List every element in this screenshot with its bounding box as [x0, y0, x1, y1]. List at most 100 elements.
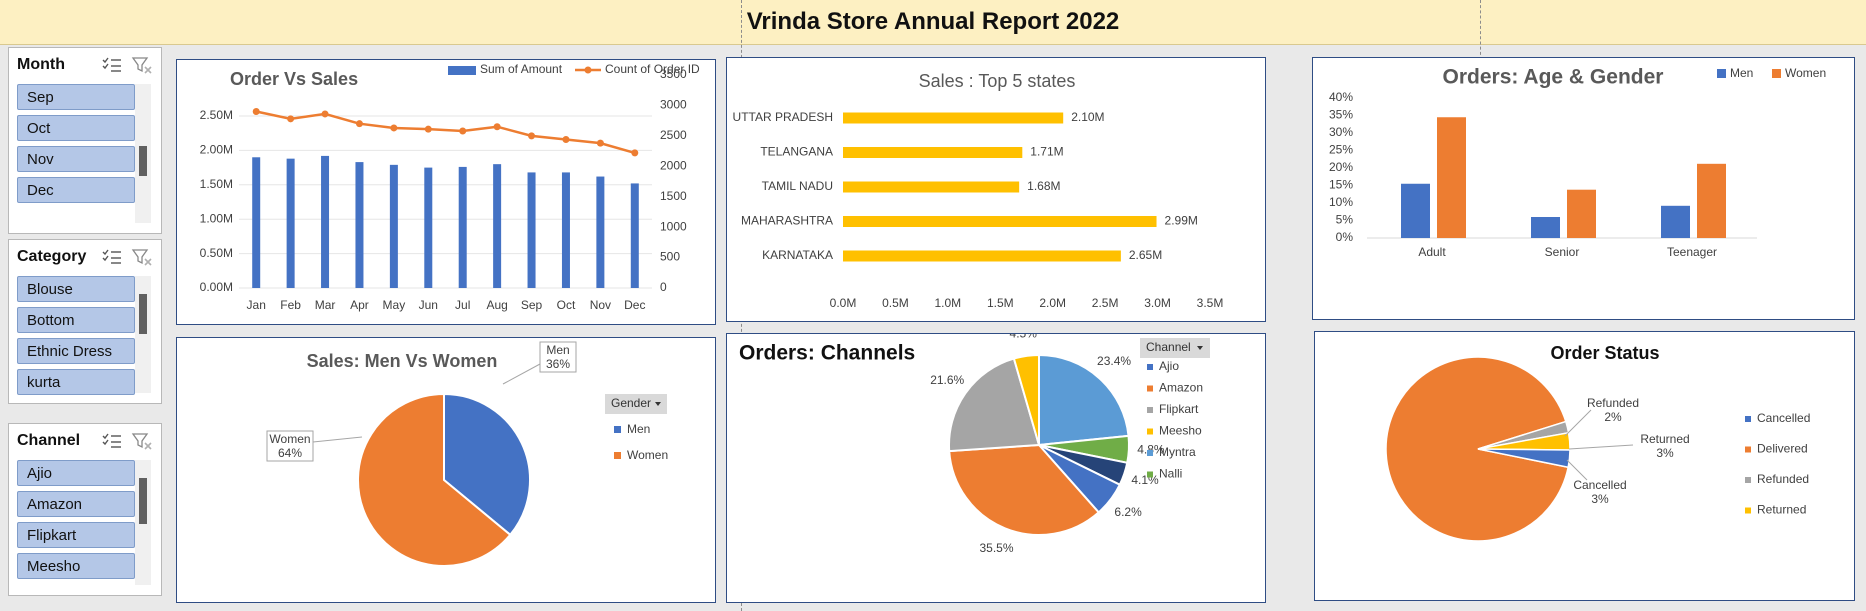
bar-women: [1697, 163, 1726, 238]
category-slicer[interactable]: Category Blouse Bottom Ethnic Dress kurt…: [8, 239, 162, 404]
y2-tick-label: 2500: [660, 128, 687, 142]
order-status-chart[interactable]: Order Status Refunded 2% Returned 3% Cancelle…: [1314, 331, 1855, 601]
y2-tick-label: 1000: [660, 219, 687, 233]
multi-select-icon[interactable]: [101, 56, 123, 74]
slicer-item[interactable]: Amazon: [17, 491, 135, 517]
order-vs-sales-svg: Order Vs Sales Sum of Amount Count of Orde…: [200, 62, 700, 312]
x-tick-label: 3.5M: [1197, 296, 1224, 310]
bar-women: [1437, 117, 1466, 238]
multi-select-icon[interactable]: [101, 248, 123, 266]
legend-label: Men: [1730, 66, 1753, 80]
callout-line: [502, 363, 541, 385]
scrollbar-thumb[interactable]: [139, 146, 147, 176]
x-tick-label: 1.0M: [935, 296, 962, 310]
men-vs-women-chart[interactable]: Sales: Men Vs Women Men 36% Women 64% Gender M…: [176, 337, 716, 603]
legend-label: Women: [627, 448, 668, 462]
slicer-item[interactable]: Oct: [17, 115, 135, 141]
legend-title: Channel: [1146, 340, 1191, 354]
chart-title: Sales: Men Vs Women: [307, 351, 498, 371]
y-tick-label: 0.00M: [200, 280, 233, 294]
channel-slicer[interactable]: Channel Ajio Amazon Flipkart Meesho: [8, 423, 162, 596]
x-tick-label: 2.5M: [1092, 296, 1119, 310]
clear-filter-icon[interactable]: [131, 248, 153, 266]
legend-label: Nalli: [1159, 467, 1182, 481]
legend-label: Men: [627, 422, 650, 436]
x-tick-label: Adult: [1418, 245, 1446, 259]
slicer-item[interactable]: kurta: [17, 369, 135, 395]
legend-label: Refunded: [1757, 472, 1809, 486]
data-label: 35.5%: [979, 541, 1013, 555]
y-tick-label: 20%: [1329, 160, 1353, 174]
state-bar: [843, 147, 1023, 158]
data-label: 6.2%: [1114, 505, 1142, 519]
slicer-item[interactable]: Ajio: [17, 460, 135, 486]
top-states-svg: Sales : Top 5 states 0.0M 0.5M 1.0M 1.5M 2.0M…: [733, 71, 1224, 310]
order-vs-sales-chart[interactable]: Order Vs Sales Sum of Amount Count of Orde…: [176, 59, 716, 325]
x-tick-label: Dec: [624, 298, 645, 312]
multi-select-icon[interactable]: [101, 432, 123, 450]
legend-label: Women: [1785, 66, 1826, 80]
legend-swatch: [1147, 471, 1153, 478]
month-slicer[interactable]: Month Sep Oct Nov Dec: [8, 47, 162, 234]
x-tick-label: Apr: [350, 298, 369, 312]
chart-title: Sales : Top 5 states: [919, 71, 1076, 91]
clear-filter-icon[interactable]: [131, 56, 153, 74]
y2-tick-label: 500: [660, 250, 680, 264]
clear-filter-icon[interactable]: [131, 432, 153, 450]
pie-slice-myntra: [1038, 353, 1130, 447]
x-tick-label: Jan: [247, 298, 266, 312]
bar-sum-of-amount: [252, 157, 261, 288]
callout-value: 36%: [546, 357, 570, 371]
state-bar: [843, 112, 1064, 124]
y2-tick-label: 1500: [660, 189, 687, 203]
month-slicer-scrollbar[interactable]: [135, 84, 151, 223]
slicer-item[interactable]: Flipkart: [17, 522, 135, 548]
data-label: 2.65M: [1129, 248, 1162, 262]
legend-label: Flipkart: [1159, 402, 1199, 416]
slicer-item[interactable]: Bottom: [17, 307, 135, 333]
bar-men: [1661, 205, 1690, 238]
legend-swatch: [1745, 446, 1751, 453]
data-label: 1.68M: [1027, 179, 1060, 193]
legend-swatch: [1147, 385, 1153, 392]
slicer-item[interactable]: Meesho: [17, 553, 135, 579]
legend-swatch: [1147, 428, 1153, 435]
legend-swatch: [1717, 69, 1726, 78]
data-label: 1.71M: [1030, 145, 1063, 159]
callout-label: Refunded: [1587, 396, 1639, 410]
y-tick-label: 0.50M: [200, 246, 233, 260]
legend-marker: [584, 66, 592, 74]
month-slicer-title: Month: [17, 56, 65, 73]
callout-line: [312, 436, 363, 443]
category-slicer-scrollbar[interactable]: [135, 276, 151, 393]
slicer-item[interactable]: Nov: [17, 146, 135, 172]
legend-swatch: [1745, 507, 1751, 514]
channels-chart[interactable]: Orders: Channels 23.4% 4.8% 4.1% 6.2% 35.5% 21…: [726, 333, 1266, 603]
y2-tick-label: 2000: [660, 158, 687, 172]
callout-value: 3%: [1656, 446, 1674, 460]
y-tick-label: 40%: [1329, 90, 1353, 104]
x-tick-label: 0.5M: [882, 296, 909, 310]
slicer-item[interactable]: Blouse: [17, 276, 135, 302]
x-tick-label: Teenager: [1667, 245, 1717, 259]
y2-tick-label: 3000: [660, 98, 687, 112]
channel-slicer-scrollbar[interactable]: [135, 460, 151, 585]
age-gender-chart[interactable]: Orders: Age & Gender Men Women 0% 5% 10% 15% 20…: [1312, 57, 1855, 320]
scrollbar-thumb[interactable]: [139, 294, 147, 334]
legend-swatch: [1147, 364, 1153, 370]
slicer-item[interactable]: Sep: [17, 84, 135, 110]
slicer-item[interactable]: Dec: [17, 177, 135, 203]
line-point: [355, 120, 363, 128]
slicer-item[interactable]: Ethnic Dress: [17, 338, 135, 364]
callout-label: Returned: [1640, 432, 1689, 446]
bar-sum-of-amount: [458, 166, 467, 288]
scrollbar-thumb[interactable]: [139, 478, 147, 524]
legend-swatch: [1147, 407, 1153, 413]
callout-value: 3%: [1591, 492, 1609, 506]
x-tick-label: Aug: [486, 298, 507, 312]
legend-swatch: [614, 452, 621, 459]
bar-women: [1567, 189, 1596, 238]
y-tick-label: 10%: [1329, 195, 1353, 209]
top-states-chart[interactable]: Sales : Top 5 states 0.0M 0.5M 1.0M 1.5M 2.0M…: [726, 57, 1266, 322]
y-tick-label: 1.50M: [200, 177, 233, 191]
